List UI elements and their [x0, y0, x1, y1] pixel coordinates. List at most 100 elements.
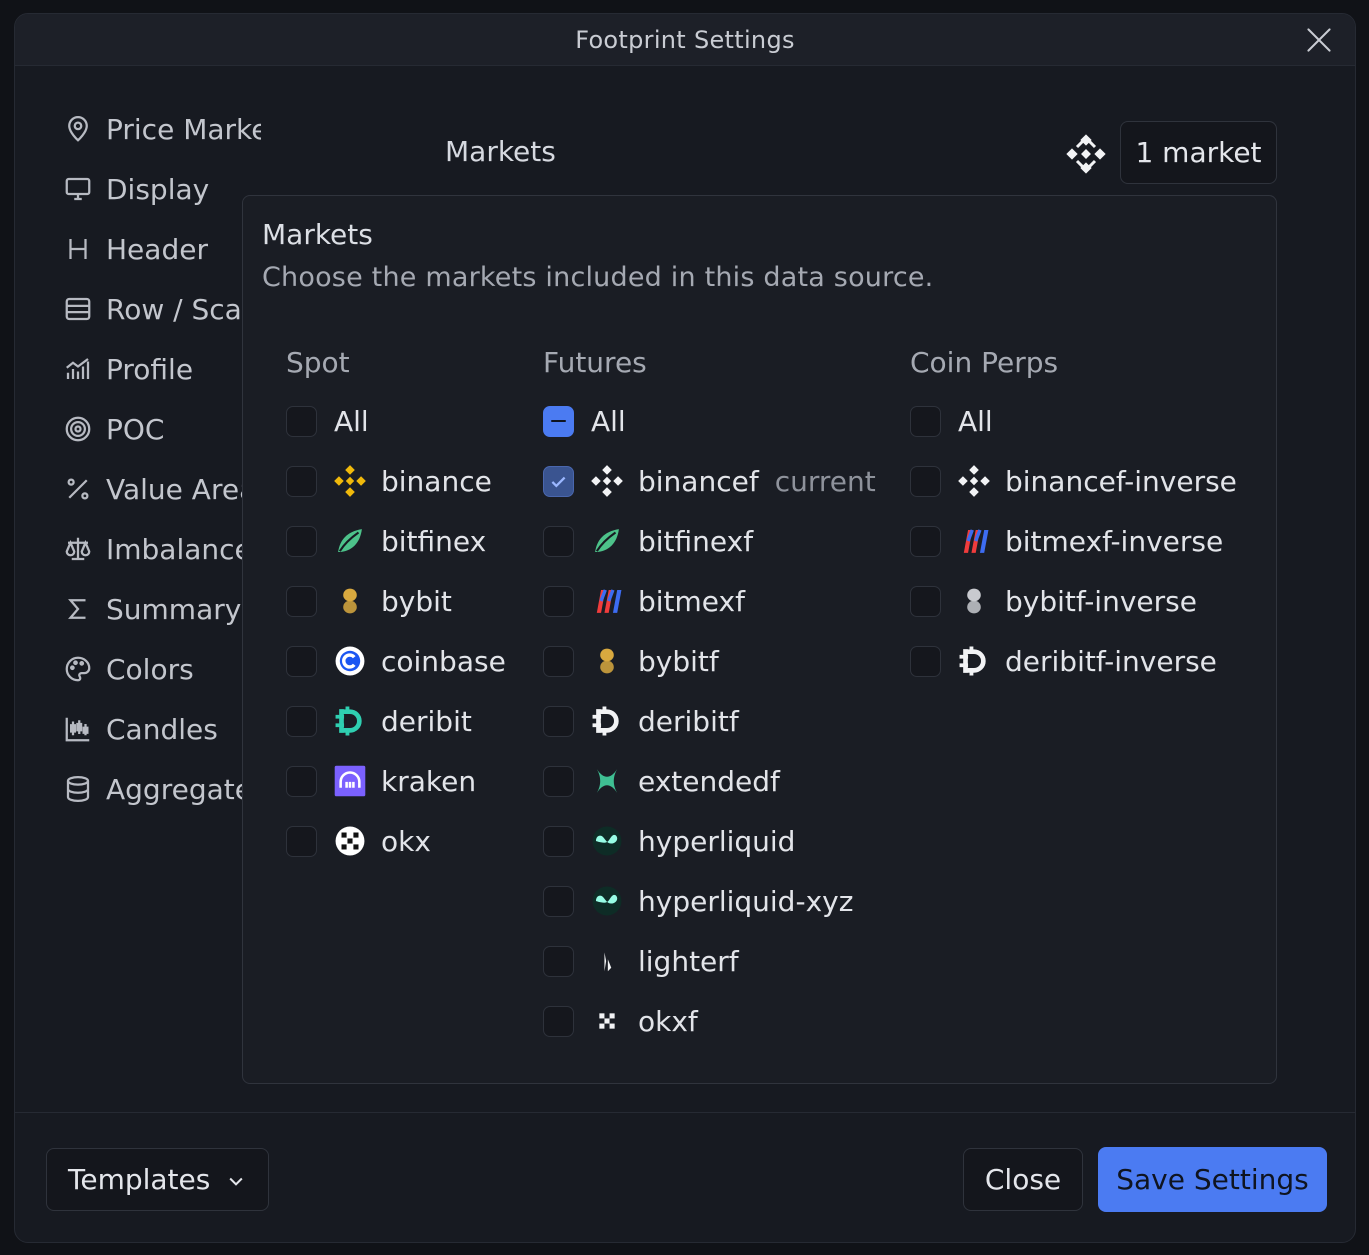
- market-checkbox[interactable]: [543, 645, 574, 677]
- close-icon[interactable]: [1305, 26, 1333, 54]
- sidebar-item-row-scale[interactable]: Row / Scale: [61, 289, 261, 329]
- market-count-button[interactable]: 1 market: [1120, 121, 1277, 184]
- market-row-coinbase[interactable]: coinbase: [286, 639, 506, 683]
- market-checkbox[interactable]: [910, 645, 941, 677]
- popup-subtitle: Choose the markets included in this data…: [262, 262, 934, 293]
- sigma-icon: [61, 592, 95, 626]
- market-row-okxf[interactable]: okxf: [543, 999, 698, 1043]
- save-settings-button[interactable]: Save Settings: [1098, 1147, 1327, 1212]
- market-row-bybitf-inverse[interactable]: bybitf-inverse: [910, 579, 1197, 623]
- footer-divider: [15, 1112, 1355, 1113]
- percent-icon: [61, 472, 95, 506]
- market-checkbox[interactable]: [543, 585, 574, 617]
- sidebar-item-colors[interactable]: Colors: [61, 649, 194, 689]
- market-checkbox[interactable]: [286, 585, 317, 617]
- market-row-bybit[interactable]: bybit: [286, 579, 452, 623]
- sidebar-item-label: Summary: [106, 592, 242, 626]
- market-checkbox[interactable]: [910, 525, 941, 557]
- sidebar-item-label: POC: [106, 412, 165, 446]
- market-checkbox[interactable]: [543, 525, 574, 557]
- sidebar-item-display[interactable]: Display: [61, 169, 209, 209]
- market-row-deribitf-inverse[interactable]: deribitf-inverse: [910, 639, 1217, 683]
- market-row-hyperliquid[interactable]: hyperliquid: [543, 819, 795, 863]
- close-button[interactable]: Close: [963, 1148, 1083, 1211]
- market-label: kraken: [381, 764, 477, 798]
- market-checkbox[interactable]: [286, 765, 317, 797]
- binance-logo-icon: [589, 463, 625, 499]
- chevron-down-icon: [229, 1177, 243, 1186]
- database-icon: [61, 772, 95, 806]
- market-label: hyperliquid-xyz: [638, 884, 854, 918]
- select-all-row[interactable]: All: [910, 399, 993, 443]
- market-row-binance[interactable]: binance: [286, 459, 492, 503]
- sidebar-item-label: Aggregate: [106, 772, 252, 806]
- heading-icon: [61, 232, 95, 266]
- market-row-bitmexf-inverse[interactable]: bitmexf-inverse: [910, 519, 1223, 563]
- market-checkbox[interactable]: [543, 765, 574, 797]
- market-row-bybitf[interactable]: bybitf: [543, 639, 719, 683]
- market-checkbox[interactable]: [543, 945, 574, 977]
- market-label: okx: [381, 824, 431, 858]
- market-row-extendedf[interactable]: extendedf: [543, 759, 780, 803]
- market-row-okx[interactable]: okx: [286, 819, 431, 863]
- market-checkbox[interactable]: [286, 705, 317, 737]
- sidebar-item-summary[interactable]: Summary: [61, 589, 241, 629]
- market-row-binancef-inverse[interactable]: binancef-inverse: [910, 459, 1237, 503]
- market-label: deribitf-inverse: [1005, 644, 1217, 678]
- select-all-checkbox[interactable]: [910, 405, 941, 437]
- sidebar-item-label: Price Marker: [106, 112, 261, 146]
- sidebar-item-poc[interactable]: POC: [61, 409, 164, 449]
- market-checkbox[interactable]: [910, 585, 941, 617]
- column-heading-spot: Spot: [286, 346, 350, 379]
- title-bar: Footprint Settings: [15, 14, 1355, 66]
- market-checkbox[interactable]: [286, 465, 317, 497]
- select-all-checkbox[interactable]: [286, 405, 317, 437]
- market-row-kraken[interactable]: kraken: [286, 759, 476, 803]
- select-all-label: All: [334, 404, 369, 438]
- market-checkbox[interactable]: [543, 825, 574, 857]
- deribit-logo-icon: [332, 703, 368, 739]
- market-row-deribit[interactable]: deribit: [286, 699, 472, 743]
- sidebar-item-value-area[interactable]: Value Area: [61, 469, 256, 509]
- market-row-deribitf[interactable]: deribitf: [543, 699, 739, 743]
- market-label: lighterf: [638, 944, 739, 978]
- market-row-hyperliquid-xyz[interactable]: hyperliquid-xyz: [543, 879, 853, 923]
- market-row-bitfinex[interactable]: bitfinex: [286, 519, 486, 563]
- select-all-checkbox[interactable]: [543, 405, 574, 437]
- market-checkbox[interactable]: [543, 705, 574, 737]
- sidebar-item-aggregate[interactable]: Aggregate: [61, 769, 252, 809]
- bybit-logo-icon: [589, 643, 625, 679]
- market-checkbox[interactable]: [910, 465, 941, 497]
- market-row-bitmexf[interactable]: bitmexf: [543, 579, 745, 623]
- binance-logo-icon: [956, 463, 992, 499]
- sidebar-item-label: Value Area: [106, 472, 257, 506]
- market-checkbox[interactable]: [286, 825, 317, 857]
- map-pin-icon: [61, 112, 95, 146]
- sidebar-item-profile[interactable]: Profile: [61, 349, 193, 389]
- market-checkbox[interactable]: [543, 885, 574, 917]
- sidebar-item-label: Colors: [106, 652, 194, 686]
- binance-logo-icon: [1066, 134, 1106, 174]
- sidebar-item-imbalance[interactable]: Imbalance: [61, 529, 252, 569]
- scale-icon: [61, 532, 95, 566]
- sidebar-item-price-marker[interactable]: Price Marker: [61, 109, 261, 149]
- templates-dropdown[interactable]: Templates: [46, 1148, 269, 1211]
- bitfinex-logo-icon: [332, 523, 368, 559]
- market-row-bitfinexf[interactable]: bitfinexf: [543, 519, 753, 563]
- select-all-row[interactable]: All: [286, 399, 369, 443]
- market-row-binancef[interactable]: binancef current: [543, 459, 876, 503]
- sidebar-item-candles[interactable]: Candles: [61, 709, 218, 749]
- market-checkbox[interactable]: [286, 645, 317, 677]
- market-checkbox[interactable]: [543, 1005, 574, 1037]
- select-all-row[interactable]: All: [543, 399, 626, 443]
- bitmex-logo-icon: [956, 523, 992, 559]
- market-label: bitfinex: [381, 524, 487, 558]
- popup-title: Markets: [262, 218, 373, 251]
- market-label: binancef-inverse: [1005, 464, 1237, 498]
- market-label: hyperliquid: [638, 824, 796, 858]
- market-checkbox[interactable]: [543, 465, 574, 497]
- market-checkbox[interactable]: [286, 525, 317, 557]
- sidebar-item-header[interactable]: Header: [61, 229, 208, 269]
- market-label: binancef: [638, 464, 759, 498]
- market-row-lighterf[interactable]: lighterf: [543, 939, 739, 983]
